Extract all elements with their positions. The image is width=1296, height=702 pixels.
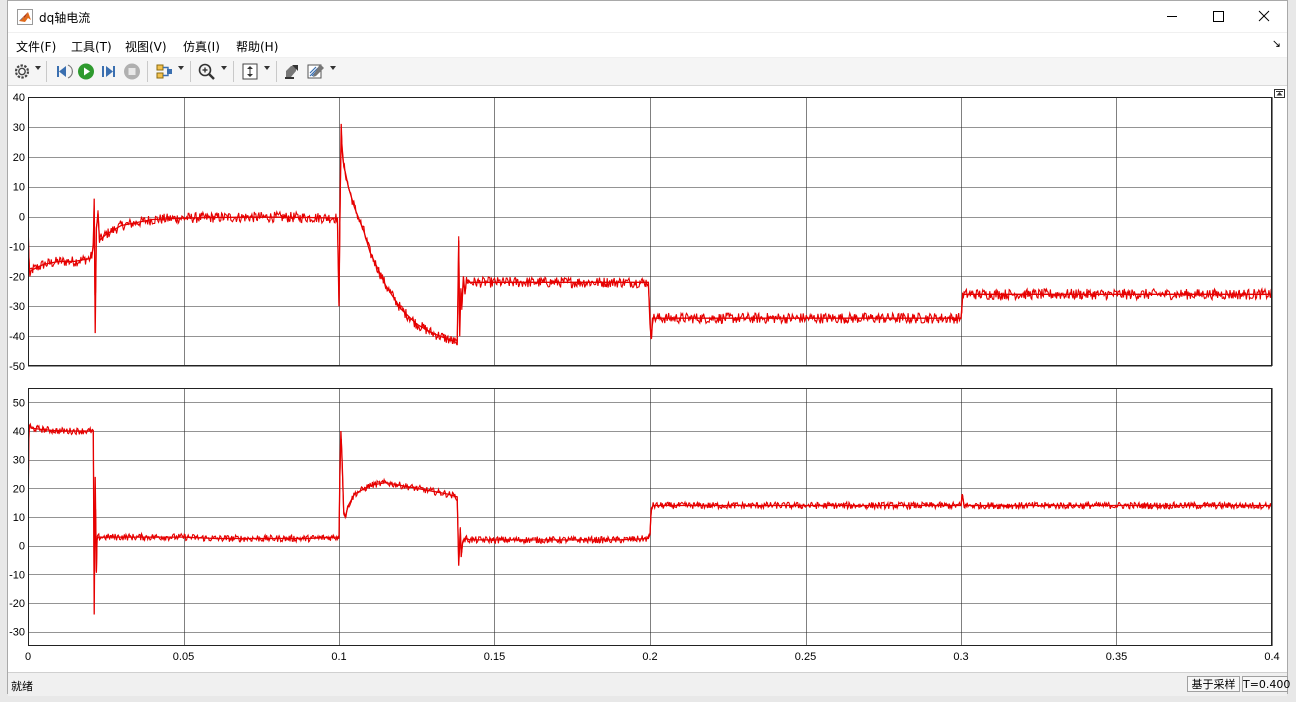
zoom-in-icon[interactable]: [197, 62, 217, 81]
y-tick-label: 50: [13, 397, 25, 409]
toolbar-separator: [46, 61, 47, 82]
dq-current-top-axes[interactable]: 40 30 20 10 0 -10 -20 -30 -40 -50: [9, 92, 1273, 373]
window-title: dq轴电流: [39, 11, 91, 25]
x-tick-label: 0.3: [953, 651, 968, 663]
y-tick-label: -10: [9, 569, 25, 581]
y-tick-label: -10: [9, 241, 25, 253]
highlight-block-icon[interactable]: [282, 62, 302, 81]
status-bar: 就绪 基于采样 T=0.400: [8, 672, 1291, 696]
y-tick-label: 10: [13, 182, 25, 194]
y-tick-label: -30: [9, 301, 25, 313]
scope-window: dq轴电流 文件(F) 工具(T) 视图(V) 仿真(I) 帮助(H) ↘ 40…: [7, 0, 1291, 696]
maximize-icon: [1213, 11, 1224, 22]
minimize-button[interactable]: [1149, 1, 1195, 32]
zoom-dropdown-icon[interactable]: [221, 66, 227, 70]
dock-arrow-icon[interactable]: ↘: [1272, 37, 1281, 50]
y-tick-label: 20: [13, 152, 25, 164]
x-tick-label: 0.25: [795, 651, 816, 663]
close-button[interactable]: [1241, 1, 1287, 32]
step-back-icon[interactable]: [53, 62, 73, 81]
menu-tools[interactable]: 工具(T): [71, 38, 112, 55]
minimize-icon: [1167, 16, 1177, 17]
status-text: 就绪: [11, 680, 33, 693]
settings-gear-icon[interactable]: [12, 62, 32, 81]
y-tick-label: -20: [9, 598, 25, 610]
y-tick-label: 0: [19, 541, 25, 553]
x-tick-label: 0.1: [331, 651, 346, 663]
y-tick-label: 30: [13, 122, 25, 134]
y-tick-label: 30: [13, 455, 25, 467]
autoscale-dropdown-icon[interactable]: [264, 66, 270, 70]
settings-dropdown-icon[interactable]: [35, 66, 41, 70]
stop-icon[interactable]: [122, 62, 142, 81]
y-tick-label: -20: [9, 271, 25, 283]
autoscale-icon[interactable]: [240, 62, 260, 81]
y-tick-label: 40: [13, 92, 25, 104]
scope-figure[interactable]: 40 30 20 10 0 -10 -20 -30 -40 -50 50 40 30 20 10 0 -10 -…: [8, 86, 1287, 672]
x-tick-label: 0.15: [484, 651, 505, 663]
y-tick-label: -50: [9, 361, 25, 373]
matlab-logo-icon: [17, 9, 33, 25]
style-dropdown-icon[interactable]: [330, 66, 336, 70]
close-icon: [1258, 10, 1270, 22]
signal-dropdown-icon[interactable]: [178, 66, 184, 70]
undock-icon[interactable]: [1274, 89, 1285, 98]
dq-current-bottom-axes[interactable]: 50403020100-10-20-300 0.05 0.1 0.15 0.2 0.25 0…: [9, 388, 1280, 663]
toolbar-separator: [233, 61, 234, 82]
y-tick-label: -40: [9, 331, 25, 343]
maximize-button[interactable]: [1195, 1, 1241, 32]
x-tick-label: 0: [25, 651, 31, 663]
signal-selector-icon[interactable]: [154, 62, 174, 81]
y-tick-label: 40: [13, 426, 25, 438]
menu-view[interactable]: 视图(V): [125, 38, 167, 55]
sample-mode-badge: 基于采样: [1187, 676, 1240, 692]
toolbar-separator: [276, 61, 277, 82]
plot-area: 40 30 20 10 0 -10 -20 -30 -40 -50 50 40 30 20 10 0 -10 -…: [8, 86, 1287, 672]
title-bar: dq轴电流: [8, 1, 1287, 32]
y-tick-label: 10: [13, 512, 25, 524]
toolbar: [8, 58, 1287, 86]
run-icon[interactable]: [76, 62, 96, 81]
y-tick-label: 20: [13, 483, 25, 495]
x-tick-label: 0.4: [1264, 651, 1279, 663]
style-edit-icon[interactable]: [306, 62, 326, 81]
toolbar-separator: [147, 61, 148, 82]
toolbar-separator: [190, 61, 191, 82]
menu-help[interactable]: 帮助(H): [236, 38, 278, 55]
axes-background: [28, 388, 1272, 646]
menu-file[interactable]: 文件(F): [16, 38, 56, 55]
sim-time-badge: T=0.400: [1242, 676, 1291, 692]
x-tick-label: 0.2: [642, 651, 657, 663]
x-tick-label: 0.35: [1106, 651, 1127, 663]
y-tick-label: 0: [19, 212, 25, 224]
step-forward-icon[interactable]: [99, 62, 119, 81]
y-tick-label: -30: [9, 627, 25, 639]
x-tick-label: 0.05: [173, 651, 194, 663]
menu-simulation[interactable]: 仿真(I): [183, 38, 220, 55]
menu-bar: 文件(F) 工具(T) 视图(V) 仿真(I) 帮助(H) ↘: [8, 33, 1287, 57]
